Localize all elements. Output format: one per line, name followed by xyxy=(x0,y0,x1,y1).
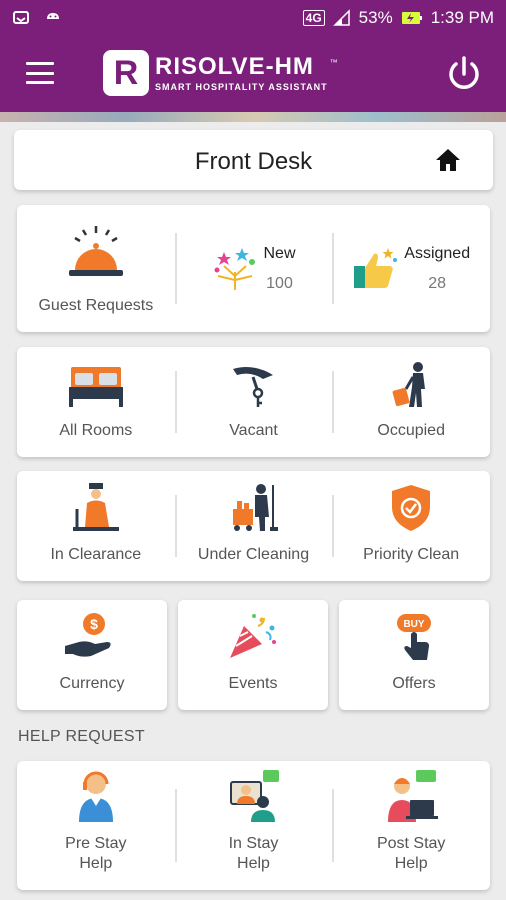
events-tile[interactable]: Events xyxy=(178,600,328,710)
guest-requests-label: Guest Requests xyxy=(38,297,154,314)
under-cleaning-label: Under Cleaning xyxy=(197,546,310,563)
all-rooms-label: All Rooms xyxy=(59,422,133,439)
currency-hand-icon: $ xyxy=(65,613,111,657)
currency-label: Currency xyxy=(59,675,125,692)
network-badge: 4G xyxy=(302,10,325,26)
in-stay-help-label: In Stay Help xyxy=(228,835,279,872)
in-clearance-label: In Clearance xyxy=(50,546,142,563)
brand-tagline: SMART HOSPITALITY ASSISTANT xyxy=(155,81,328,92)
brand-logo: R RISOLVE-HM SMART HOSPITALITY ASSISTANT… xyxy=(103,50,338,96)
app-bar: R RISOLVE-HM SMART HOSPITALITY ASSISTANT… xyxy=(0,36,506,112)
under-cleaning-tile[interactable]: Under Cleaning xyxy=(174,471,333,581)
guest-requests-tile[interactable]: Guest Requests xyxy=(17,205,175,332)
assigned-label: Assigned xyxy=(404,244,471,262)
pre-stay-help-label: Pre Stay Help xyxy=(65,835,127,872)
offers-label: Offers xyxy=(392,675,436,692)
pre-stay-help-tile[interactable]: Pre Stay Help xyxy=(17,761,175,890)
cleaning-card: In Clearance Under Cleaning Priority Cle… xyxy=(17,471,490,581)
front-desk-header: Front Desk xyxy=(14,130,493,190)
cast-icon xyxy=(13,11,29,24)
svg-text:BUY: BUY xyxy=(403,619,424,630)
video-chat-icon xyxy=(229,770,279,822)
vacant-tile[interactable]: Vacant xyxy=(174,347,333,457)
occupied-tile[interactable]: Occupied xyxy=(332,347,490,457)
battery-percent: 53% xyxy=(358,8,393,27)
occupied-label: Occupied xyxy=(377,422,445,439)
new-count: 100 xyxy=(266,274,293,292)
priority-clean-label: Priority Clean xyxy=(363,546,460,563)
menu-icon[interactable] xyxy=(26,62,54,84)
cleaner-cart-icon xyxy=(232,484,278,531)
fireworks-icon xyxy=(214,247,255,290)
service-bell-icon xyxy=(68,226,123,276)
page-title: Front Desk xyxy=(194,148,313,175)
battery-charging-icon xyxy=(401,12,422,24)
help-request-heading: HELP REQUEST xyxy=(18,728,145,745)
laptop-chat-icon xyxy=(388,770,439,822)
vacant-label: Vacant xyxy=(229,422,278,439)
post-stay-help-label: Post Stay Help xyxy=(376,835,446,872)
offers-tile[interactable]: BUY Offers xyxy=(339,600,489,710)
home-icon[interactable] xyxy=(435,148,461,172)
rooms-card: All Rooms Vacant Occupied xyxy=(17,347,490,457)
shield-check-icon xyxy=(392,485,431,531)
thumbs-up-icon xyxy=(354,247,398,288)
svg-text:$: $ xyxy=(90,616,98,632)
new-label: New xyxy=(263,244,296,262)
buy-tap-icon: BUY xyxy=(397,614,431,660)
help-card: Pre Stay Help In Stay Help Post Stay Hel… xyxy=(17,761,490,890)
signal-icon xyxy=(332,9,350,26)
currency-tile[interactable]: $ Currency xyxy=(17,600,167,710)
assigned-count: 28 xyxy=(428,274,447,292)
background-strip xyxy=(0,112,506,122)
assigned-requests-tile[interactable]: Assigned 28 xyxy=(332,205,490,332)
traveler-luggage-icon xyxy=(392,362,426,407)
bed-icon xyxy=(68,367,123,407)
all-rooms-tile[interactable]: All Rooms xyxy=(17,347,175,457)
post-stay-help-tile[interactable]: Post Stay Help xyxy=(332,761,490,890)
bellboy-desk-icon xyxy=(72,483,119,531)
hanging-key-icon xyxy=(232,367,273,407)
trademark-symbol: ™ xyxy=(329,57,338,67)
party-popper-icon xyxy=(230,614,276,658)
headset-agent-icon xyxy=(78,771,113,822)
clock: 1:39 PM xyxy=(430,8,494,27)
events-label: Events xyxy=(228,675,278,692)
in-stay-help-tile[interactable]: In Stay Help xyxy=(174,761,333,890)
priority-clean-tile[interactable]: Priority Clean xyxy=(332,471,490,581)
in-clearance-tile[interactable]: In Clearance xyxy=(17,471,175,581)
power-icon[interactable] xyxy=(444,54,484,94)
android-icon xyxy=(47,13,59,19)
new-requests-tile[interactable]: New 100 xyxy=(174,205,333,332)
requests-card: Guest Requests New 100 Assigned 28 xyxy=(17,205,490,332)
status-bar: 4G 53% 1:39 PM xyxy=(0,0,506,36)
logo-mark: R xyxy=(103,50,149,96)
brand-name: RISOLVE-HM xyxy=(155,52,314,80)
